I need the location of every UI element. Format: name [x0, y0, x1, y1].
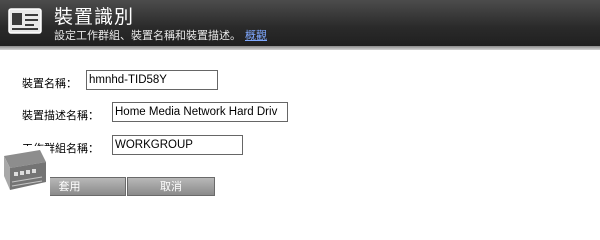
- page-subtitle: 設定工作群組、裝置名稱和裝置描述。 概觀: [54, 27, 267, 43]
- device-description-label: 裝置描述名稱：: [22, 109, 99, 122]
- header-divider: [0, 46, 600, 50]
- device-name-input[interactable]: hmnhd-TID58Y: [86, 70, 218, 90]
- subtitle-text: 設定工作群組、裝置名稱和裝置描述。: [54, 29, 241, 42]
- workgroup-input[interactable]: WORKGROUP: [112, 135, 243, 155]
- page-title: 裝置識別: [54, 6, 135, 28]
- device-description-input[interactable]: Home Media Network Hard Driv: [112, 102, 288, 122]
- overview-link[interactable]: 概觀: [245, 29, 267, 42]
- device-name-label: 裝置名稱：: [22, 77, 77, 90]
- page-header: 裝置識別 設定工作群組、裝置名稱和裝置描述。 概觀: [0, 0, 600, 46]
- network-device-graphic: [0, 146, 50, 200]
- cancel-button[interactable]: 取消: [127, 177, 215, 196]
- device-id-card-icon: [8, 8, 42, 34]
